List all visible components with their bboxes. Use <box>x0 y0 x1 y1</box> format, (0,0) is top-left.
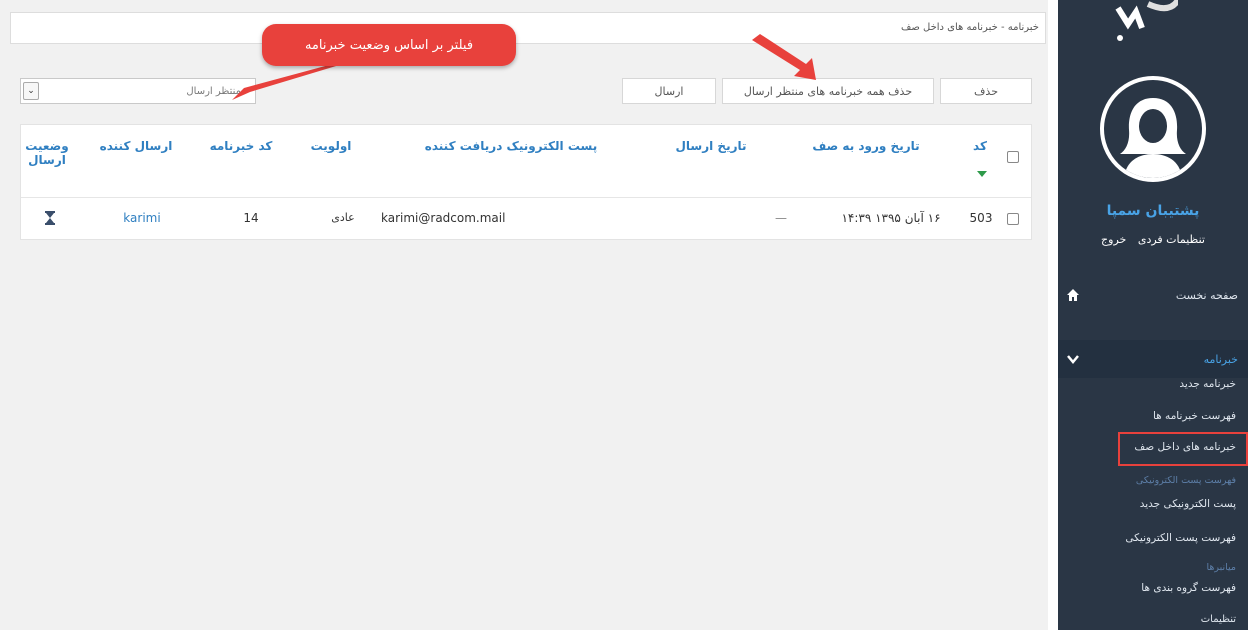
avatar[interactable] <box>1100 76 1206 182</box>
column-header-priority[interactable]: اولویت <box>301 139 361 153</box>
cell-priority: عادی <box>331 211 355 224</box>
sidebar-item-new-email[interactable]: پست الکترونیکی جدید <box>1058 498 1248 510</box>
sidebar-item-settings[interactable]: تنظیمات <box>1058 614 1248 625</box>
sidebar-item-new-newsletter[interactable]: خبرنامه جدید <box>1058 378 1248 390</box>
cell-queue-date: ۱۶ آبان ۱۳۹۵ ۱۴:۳۹ <box>841 211 941 225</box>
filter-callout: فیلتر بر اساس وضعیت خبرنامه <box>262 24 516 66</box>
home-icon <box>1067 289 1079 301</box>
column-header-send-date[interactable]: تاریخ ارسال <box>661 139 761 153</box>
callout-arrow-toolbar <box>752 34 816 80</box>
sidebar-item-newsletter[interactable]: خبرنامه <box>1058 340 1248 378</box>
hourglass-icon <box>35 211 65 228</box>
sidebar-category-shortcuts: میانبرها <box>1206 562 1236 573</box>
queue-table: کد تاریخ ورود به صف تاریخ ارسال پست الکت… <box>20 124 1032 240</box>
sidebar-item-home[interactable]: صفحه نخست <box>1058 280 1248 310</box>
sidebar: پشتیبان سمپا تنظیمات فردی خروج صفحه نخست… <box>1058 0 1248 630</box>
sort-desc-icon[interactable] <box>977 171 987 177</box>
logout-link[interactable]: خروج <box>1101 233 1126 246</box>
cell-code: 503 <box>969 211 993 225</box>
cell-sender[interactable]: karimi <box>107 211 177 225</box>
select-all-checkbox[interactable] <box>1007 151 1019 163</box>
column-header-recipient-email[interactable]: پست الکترونیک دریافت کننده <box>381 139 641 153</box>
chevron-down-icon <box>1067 355 1079 364</box>
column-header-code[interactable]: کد <box>965 139 995 153</box>
column-header-queue-date[interactable]: تاریخ ورود به صف <box>791 139 941 153</box>
row-checkbox[interactable] <box>1007 213 1019 225</box>
header-divider <box>21 197 1031 198</box>
callout-arrow-filter <box>232 60 356 100</box>
personal-settings-link[interactable]: تنظیمات فردی <box>1138 233 1205 246</box>
user-name: پشتیبان سمپا <box>1106 203 1200 219</box>
sidebar-item-email-list[interactable]: فهرست پست الکترونیکی <box>1058 532 1248 544</box>
sidebar-category-email: فهرست پست الکترونیکی <box>1135 475 1236 486</box>
user-links: تنظیمات فردی خروج <box>1058 233 1248 246</box>
cell-recipient-email: karimi@radcom.mail <box>381 211 506 225</box>
column-header-newsletter-code[interactable]: کد خبرنامه <box>191 139 291 153</box>
column-header-send-status[interactable]: وضعیت ارسال <box>23 139 71 167</box>
cell-newsletter-code: 14 <box>243 211 259 225</box>
annotation-arrows <box>232 34 816 100</box>
sidebar-item-group-list[interactable]: فهرست گروه بندی ها <box>1058 582 1248 594</box>
user-avatar-icon <box>1120 98 1186 178</box>
sidebar-item-queued-newsletters[interactable]: خبرنامه های داخل صف <box>1058 441 1248 453</box>
sidebar-item-newsletter-list[interactable]: فهرست خبرنامه ها <box>1058 410 1248 422</box>
main-content: خبرنامه - خبرنامه های داخل صف حذف حذف هم… <box>0 0 1048 630</box>
sidebar-item-label: صفحه نخست <box>1175 288 1238 302</box>
cell-send-date: — <box>775 211 787 225</box>
sidebar-item-label: خبرنامه <box>1203 352 1238 366</box>
logo-icon <box>1115 0 1178 41</box>
column-header-sender[interactable]: ارسال کننده <box>91 139 181 153</box>
